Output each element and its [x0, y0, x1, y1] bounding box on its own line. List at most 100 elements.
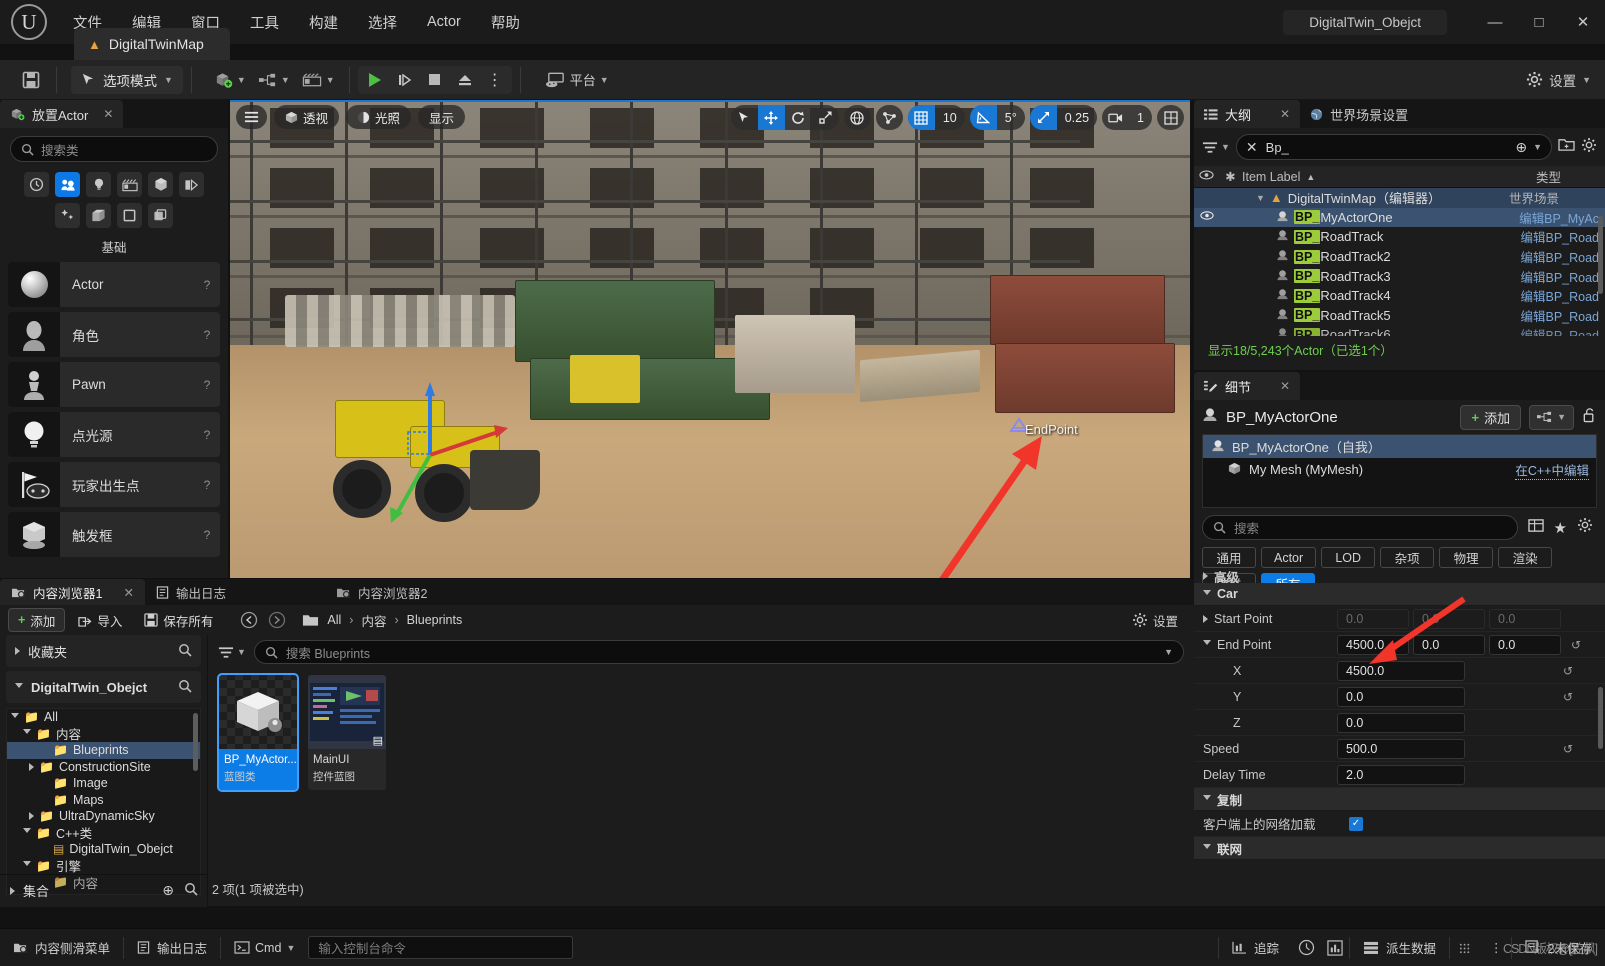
- reset-end-point-button[interactable]: ↺: [1565, 638, 1587, 652]
- cb-forward-button[interactable]: [268, 608, 292, 632]
- scale-tool-icon[interactable]: [812, 105, 839, 130]
- asset-bp-myactorone[interactable]: BP_MyActor...One 蓝图类: [217, 672, 299, 793]
- play-button[interactable]: [360, 66, 390, 94]
- reset-y-button[interactable]: ↺: [1557, 690, 1579, 704]
- table-cell-type[interactable]: 编辑BP_Road: [1520, 267, 1599, 286]
- tab-place-actors[interactable]: 放置Actor ✕: [0, 100, 124, 128]
- tab-details[interactable]: 细节 ✕: [1194, 372, 1301, 400]
- level-viewport[interactable]: EndPoint 透视 光照 显示 10 5° 0.25 1: [230, 100, 1190, 578]
- details-search-input[interactable]: 搜索: [1202, 515, 1518, 540]
- lights-icon[interactable]: [86, 172, 111, 197]
- section-networking[interactable]: 联网: [1194, 837, 1605, 860]
- viewport-lit-button[interactable]: 光照: [346, 105, 412, 129]
- property-row-end-point[interactable]: End Point 4500.0 0.0 0.0 ↺: [1194, 632, 1605, 658]
- viewport-show-button[interactable]: 显示: [418, 105, 466, 129]
- column-layout-icon[interactable]: [1527, 518, 1544, 538]
- table-row[interactable]: BP_ RoadTrack 编辑BP_Road: [1194, 227, 1605, 247]
- tree-node-all[interactable]: 📁 All: [7, 709, 200, 726]
- menu-tools[interactable]: 工具: [235, 0, 294, 44]
- project-row[interactable]: DigitalTwin_Obejct: [6, 671, 201, 703]
- table-cell-type[interactable]: 编辑BP_Road: [1520, 286, 1599, 305]
- collections-row[interactable]: 集合 ⊕: [0, 874, 208, 906]
- eye-icon[interactable]: [1194, 211, 1219, 223]
- maximize-viewport-icon[interactable]: [1157, 105, 1184, 130]
- cinematic-icon[interactable]: [117, 172, 142, 197]
- place-actors-search-input[interactable]: 搜索类: [10, 136, 218, 162]
- section-car[interactable]: Car: [1194, 583, 1605, 606]
- speed-input[interactable]: 500.0: [1337, 738, 1465, 759]
- angle-snap-value[interactable]: 5°: [997, 111, 1025, 125]
- help-icon[interactable]: ?: [194, 428, 220, 442]
- property-row-speed[interactable]: Speed 500.0 ↺: [1194, 736, 1605, 762]
- volumes-icon[interactable]: [179, 172, 204, 197]
- tab-output-log[interactable]: 输出日志: [145, 579, 237, 605]
- details-scrollbar[interactable]: [1598, 687, 1603, 749]
- geometry-icon[interactable]: [148, 172, 173, 197]
- tree-node-digitaltwin-obejct[interactable]: ▤ DigitalTwin_Obejct: [7, 841, 200, 858]
- save-button[interactable]: [14, 66, 48, 94]
- blueprints-button[interactable]: ▼: [252, 66, 296, 94]
- mode-selector-button[interactable]: 选项模式 ▼: [71, 65, 183, 94]
- table-row[interactable]: BP_ RoadTrack6 编辑BP_Road: [1194, 325, 1605, 336]
- open-blueprint-button[interactable]: ▼: [1529, 404, 1574, 430]
- close-button[interactable]: ✕: [1561, 0, 1605, 44]
- favorite-icon[interactable]: ★: [1554, 519, 1567, 537]
- list-item[interactable]: Actor ?: [8, 262, 220, 307]
- close-icon[interactable]: ✕: [1280, 107, 1290, 121]
- help-icon[interactable]: ?: [194, 378, 220, 392]
- collapse-icon[interactable]: [1203, 640, 1211, 649]
- clear-icon[interactable]: ✕: [1246, 139, 1258, 156]
- shapes-icon[interactable]: [117, 203, 142, 228]
- stop-button[interactable]: [420, 66, 450, 94]
- table-cell-type[interactable]: 编辑BP_Road: [1520, 227, 1599, 246]
- property-row-z[interactable]: Z 0.0: [1194, 710, 1605, 736]
- step-button[interactable]: [390, 66, 420, 94]
- camera-speed-value[interactable]: 1: [1129, 111, 1152, 125]
- tab-world-settings[interactable]: 世界场景设置: [1300, 100, 1418, 128]
- chip-general[interactable]: 通用: [1202, 547, 1256, 568]
- close-icon[interactable]: ✕: [103, 107, 113, 121]
- menu-actor[interactable]: Actor: [412, 0, 476, 44]
- help-icon[interactable]: ?: [194, 278, 220, 292]
- chevron-down-icon[interactable]: ▼: [1533, 142, 1542, 152]
- select-tool-icon[interactable]: [731, 105, 758, 130]
- property-row-delay-time[interactable]: Delay Time 2.0: [1194, 762, 1605, 788]
- pin-column-icon[interactable]: ✱: [1219, 169, 1242, 184]
- recently-placed-icon[interactable]: [24, 172, 49, 197]
- table-row[interactable]: BP_ RoadTrack2 编辑BP_Road: [1194, 247, 1605, 267]
- outliner-search-input[interactable]: ✕ Bp_ ⊕ ▼: [1235, 134, 1552, 160]
- minimize-button[interactable]: —: [1473, 0, 1517, 44]
- camera-icon[interactable]: [1102, 105, 1129, 130]
- globe-icon[interactable]: [844, 105, 871, 130]
- breadcrumb-all[interactable]: All: [327, 613, 341, 627]
- edit-in-cpp-link[interactable]: 在C++中编辑: [1515, 460, 1589, 480]
- table-cell-type[interactable]: 编辑BP_Road: [1520, 247, 1599, 266]
- grid-dots-icon[interactable]: [1450, 929, 1482, 966]
- tab-content-browser-1[interactable]: 内容浏览器1 ✕: [0, 579, 145, 605]
- grid-snap-value[interactable]: 10: [935, 111, 965, 125]
- cb-add-button[interactable]: + 添加: [8, 608, 66, 632]
- search-icon[interactable]: [184, 882, 198, 899]
- cmd-selector[interactable]: Cmd ▼: [221, 929, 308, 966]
- rotate-tool-icon[interactable]: [785, 105, 812, 130]
- performance-button[interactable]: [1292, 929, 1321, 966]
- output-log-button[interactable]: 输出日志: [124, 929, 220, 966]
- search-icon[interactable]: [178, 643, 192, 660]
- cb-save-all-button[interactable]: 保存所有: [135, 608, 222, 632]
- extra-shapes-icon[interactable]: [148, 203, 173, 228]
- outliner-label-column[interactable]: Item Label: [1242, 170, 1300, 184]
- expand-icon[interactable]: [10, 886, 15, 895]
- help-icon[interactable]: ?: [194, 478, 220, 492]
- reset-x-button[interactable]: ↺: [1557, 664, 1579, 678]
- outliner-settings-button[interactable]: [1581, 137, 1597, 158]
- cb-import-button[interactable]: 导入: [69, 608, 131, 632]
- play-options-button[interactable]: ⋮: [480, 66, 510, 94]
- start-point-y-input[interactable]: 0.0: [1413, 608, 1485, 629]
- end-point-x-input[interactable]: 4500.0: [1337, 634, 1409, 655]
- tree-node-ultradynamicsky[interactable]: 📁 UltraDynamicSky: [7, 808, 200, 825]
- tree-scrollbar[interactable]: [193, 713, 198, 771]
- tree-node-blueprints[interactable]: 📁 Blueprints: [7, 742, 200, 759]
- list-item[interactable]: 触发框 ?: [8, 512, 220, 557]
- add-actor-button[interactable]: ▼: [208, 66, 252, 94]
- platforms-button[interactable]: 平台 ▼: [539, 66, 615, 94]
